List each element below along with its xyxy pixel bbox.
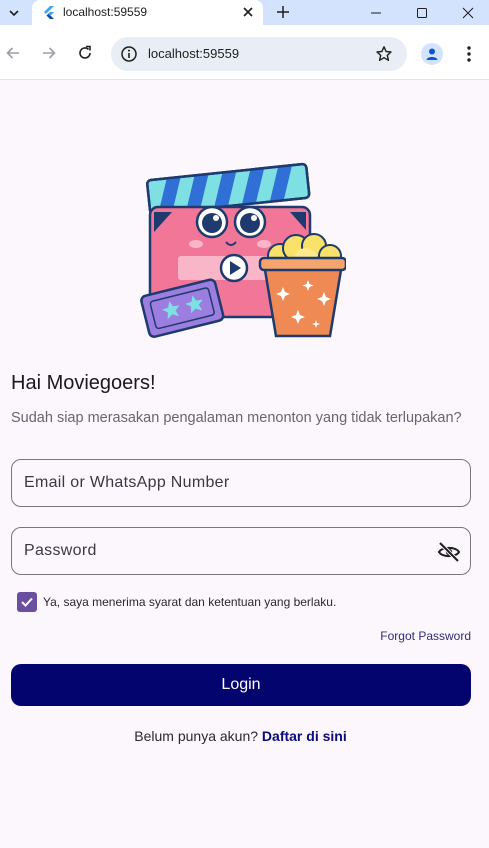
terms-checkbox[interactable] (17, 592, 37, 612)
close-window-icon[interactable] (445, 0, 489, 25)
movie-illustration (140, 162, 346, 338)
forward-arrow-icon[interactable] (38, 42, 60, 64)
terms-label: Ya, saya menerima syarat dan ketentuan y… (43, 595, 337, 609)
address-bar[interactable]: localhost:59559 (111, 37, 407, 71)
minimize-icon[interactable] (353, 0, 399, 25)
more-menu-icon[interactable] (459, 43, 479, 65)
page-title: Hai Moviegoers! (11, 372, 156, 394)
page-subtitle: Sudah siap merasakan pengalaman menonton… (11, 410, 462, 426)
maximize-icon[interactable] (399, 0, 445, 25)
eye-off-icon[interactable] (437, 540, 461, 564)
site-info-icon[interactable] (120, 45, 138, 63)
tab-title: localhost:59559 (63, 5, 148, 19)
close-tab-icon[interactable] (239, 3, 257, 21)
profile-avatar-icon[interactable] (421, 43, 443, 65)
email-field-placeholder: Email or WhatsApp Number (24, 474, 230, 491)
password-field[interactable]: Password (11, 527, 471, 575)
browser-toolbar: localhost:59559 (0, 25, 489, 80)
checkmark-icon (21, 597, 33, 607)
signup-row: Belum punya akun? Daftar di sini (0, 728, 481, 744)
email-field[interactable]: Email or WhatsApp Number (11, 459, 471, 507)
browser-tab[interactable]: localhost:59559 (32, 0, 263, 25)
reload-icon[interactable] (74, 42, 96, 64)
tab-search-icon[interactable] (4, 3, 24, 23)
flutter-logo-icon (44, 6, 54, 19)
new-tab-icon[interactable] (273, 2, 293, 22)
browser-tab-bar: localhost:59559 (0, 0, 489, 25)
back-arrow-icon[interactable] (2, 42, 24, 64)
login-button-label: Login (221, 676, 261, 693)
url-text[interactable]: localhost:59559 (148, 46, 239, 61)
bookmark-star-icon[interactable] (375, 45, 393, 63)
signup-link[interactable]: Daftar di sini (262, 728, 347, 744)
login-button[interactable]: Login (11, 664, 471, 706)
signup-prompt: Belum punya akun? (134, 728, 259, 744)
password-field-placeholder: Password (24, 542, 97, 559)
forgot-password-link[interactable]: Forgot Password (380, 629, 471, 643)
